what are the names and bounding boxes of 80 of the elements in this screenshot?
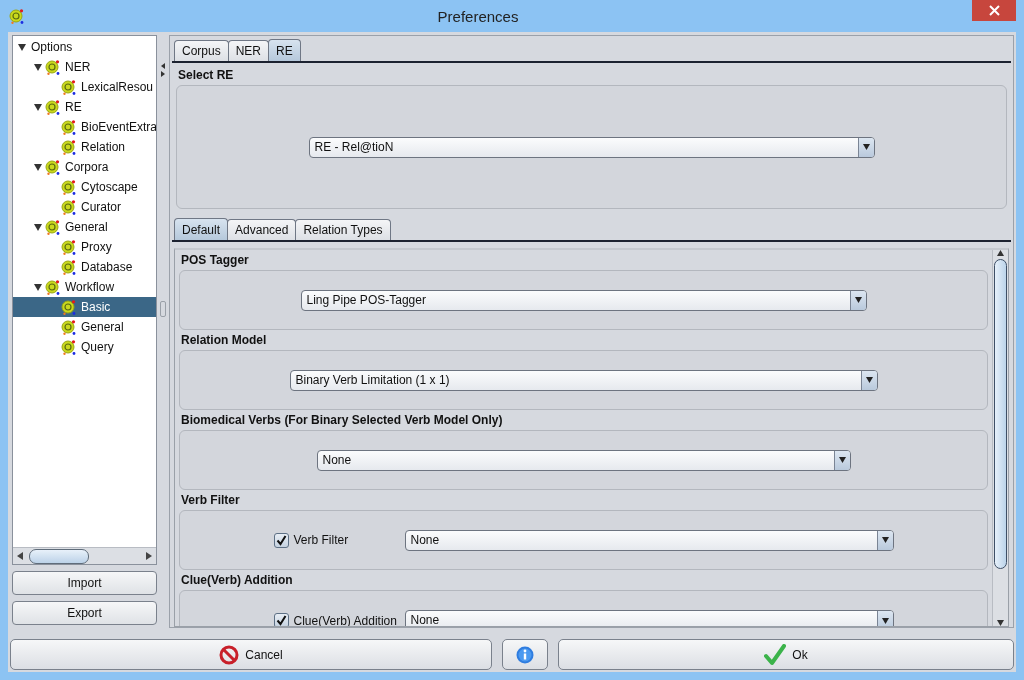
- right-arrow-icon: [146, 552, 152, 560]
- tree-item[interactable]: Workflow: [13, 277, 156, 297]
- section-title: Biomedical Verbs (For Binary Selected Verb Model Only): [181, 413, 504, 427]
- tree-item[interactable]: NER: [13, 57, 156, 77]
- caret-icon: [854, 297, 862, 303]
- tree-item[interactable]: Basic: [13, 297, 156, 317]
- scroll-thumb[interactable]: [994, 259, 1007, 569]
- collapse-arrow-icon: [161, 63, 165, 69]
- tree-item[interactable]: Proxy: [13, 237, 156, 257]
- tree-item[interactable]: Query: [13, 337, 156, 357]
- tree-item[interactable]: Database: [13, 257, 156, 277]
- ball-icon: [61, 199, 76, 215]
- info-icon: [516, 645, 534, 664]
- ball-icon: [61, 259, 76, 275]
- ball-icon: [61, 179, 76, 195]
- check-icon: [275, 534, 287, 546]
- caret-icon: [838, 457, 846, 463]
- ball-icon: [61, 79, 76, 95]
- checkbox[interactable]: [273, 532, 289, 548]
- dropdown[interactable]: None: [404, 610, 894, 626]
- close-button[interactable]: [972, 0, 1016, 21]
- section-title: Relation Model: [181, 333, 268, 347]
- tab[interactable]: NER: [227, 40, 270, 61]
- dropdown[interactable]: Ling Pipe POS-Tagger: [300, 289, 867, 311]
- expand-arrow-icon: [161, 71, 165, 77]
- left-arrow-icon: [17, 552, 23, 560]
- ball-icon: [45, 159, 60, 175]
- info-button[interactable]: [502, 639, 548, 670]
- ball-icon: [61, 339, 76, 355]
- close-icon: [988, 5, 1000, 16]
- ball-icon: [61, 119, 76, 135]
- dropdown[interactable]: None: [404, 529, 894, 551]
- caret-icon: [862, 144, 870, 150]
- ball-icon: [61, 239, 76, 255]
- up-arrow-icon: [997, 250, 1004, 256]
- tab[interactable]: Advanced: [227, 219, 297, 240]
- tree-item[interactable]: Options: [13, 37, 156, 57]
- app-icon: [9, 8, 24, 24]
- tab[interactable]: Corpus: [174, 40, 229, 61]
- tab[interactable]: RE: [268, 39, 301, 61]
- tree-item[interactable]: Curator: [13, 197, 156, 217]
- tree-item[interactable]: General: [13, 317, 156, 337]
- ball-icon: [61, 299, 76, 315]
- tree-item[interactable]: RE: [13, 97, 156, 117]
- section-title: Clue(Verb) Addition: [181, 573, 294, 587]
- window-title: Preferences: [436, 7, 520, 25]
- check-icon: [275, 615, 287, 626]
- tree-item[interactable]: General: [13, 217, 156, 237]
- dropdown[interactable]: RE - Rel@tioN: [308, 136, 875, 158]
- tree-item[interactable]: Corpora: [13, 157, 156, 177]
- caret-icon: [881, 617, 889, 624]
- ok-button[interactable]: Ok: [558, 639, 1014, 670]
- section-title: Select RE: [178, 68, 235, 82]
- scroll-thumb[interactable]: [29, 548, 89, 564]
- ball-icon: [45, 59, 60, 75]
- splitter-grip[interactable]: [160, 301, 166, 317]
- ball-icon: [61, 139, 76, 155]
- cancel-button[interactable]: Cancel: [10, 639, 492, 670]
- dropdown[interactable]: Binary Verb Limitation (1 x 1): [289, 369, 878, 391]
- section-title: Verb Filter: [181, 493, 241, 507]
- tab[interactable]: Default: [174, 218, 229, 240]
- import-button[interactable]: Import: [12, 571, 157, 595]
- tree-item[interactable]: Cytoscape: [13, 177, 156, 197]
- caret-icon: [881, 537, 889, 543]
- dropdown[interactable]: None: [316, 449, 851, 471]
- checkbox[interactable]: [273, 613, 289, 626]
- checkbox-label: Verb Filter: [293, 533, 349, 547]
- tree-item[interactable]: LexicalResou: [13, 77, 156, 97]
- tree-item[interactable]: Relation: [13, 137, 156, 157]
- no-entry-icon: [219, 644, 240, 665]
- ball-icon: [45, 99, 60, 115]
- checkmark-icon: [764, 643, 787, 666]
- down-arrow-icon: [997, 620, 1004, 626]
- caret-icon: [865, 377, 873, 383]
- export-button[interactable]: Export: [12, 601, 157, 625]
- section-title: POS Tagger: [181, 253, 250, 267]
- ball-icon: [45, 279, 60, 295]
- ball-icon: [45, 219, 60, 235]
- ball-icon: [61, 319, 76, 335]
- tab[interactable]: Relation Types: [295, 219, 391, 240]
